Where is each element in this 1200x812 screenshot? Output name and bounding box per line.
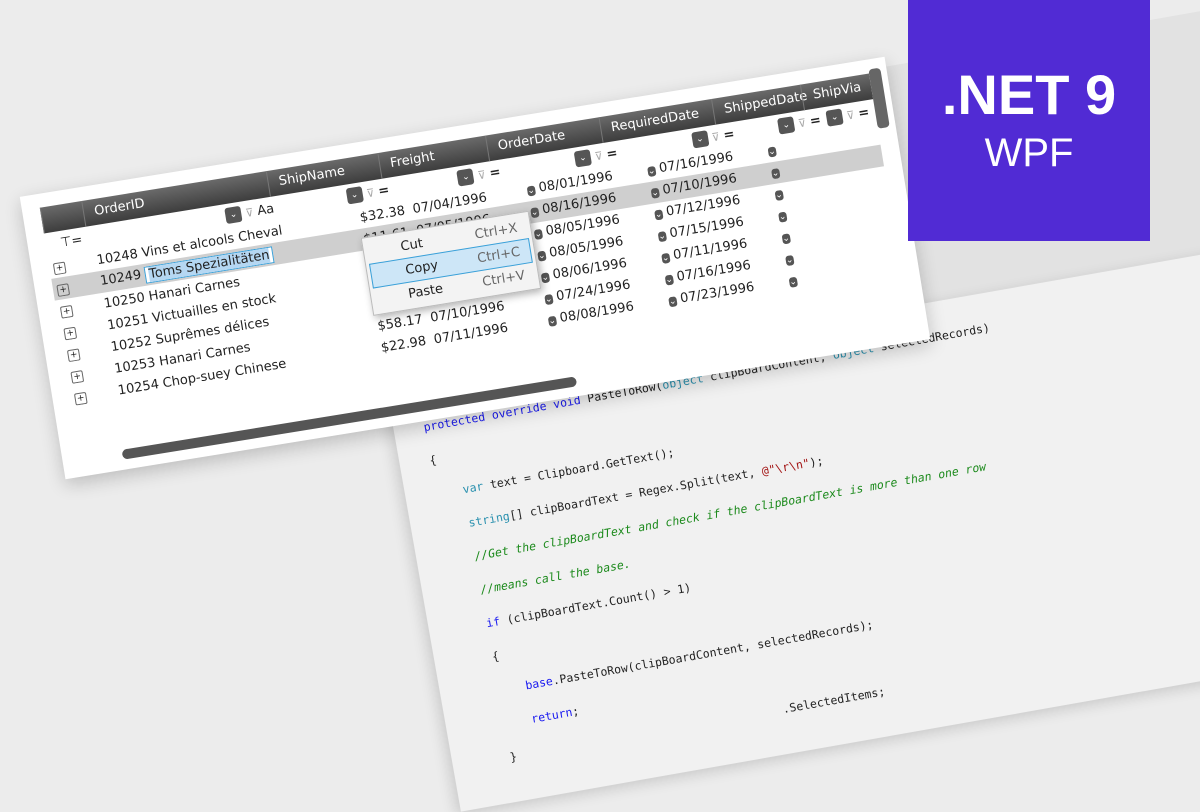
order-id: 10253 xyxy=(113,354,157,377)
expand-icon[interactable]: + xyxy=(73,391,88,406)
order-id: 10254 xyxy=(116,376,161,399)
clear-filter-icon[interactable]: ⊽ xyxy=(845,108,855,122)
expand-icon[interactable]: + xyxy=(66,347,81,362)
order-id: 10248 xyxy=(95,246,139,268)
equals-icon: = xyxy=(488,164,502,181)
chevron-down-icon[interactable]: ⌄ xyxy=(456,168,476,187)
order-id: 10250 xyxy=(102,289,146,312)
equals-icon: = xyxy=(808,112,823,129)
equals-icon: = xyxy=(605,145,619,162)
badge-title: .NET 9 xyxy=(941,63,1117,126)
expand-icon[interactable]: + xyxy=(59,304,74,319)
expander[interactable]: + xyxy=(69,384,115,406)
chevron-down-icon[interactable]: ⌄ xyxy=(668,295,678,307)
clear-filter-icon[interactable]: ⊽ xyxy=(244,205,254,219)
clear-filter-icon[interactable]: ⊽ xyxy=(711,130,721,144)
chevron-down-icon[interactable]: ⌄ xyxy=(537,250,547,262)
clear-filter-icon[interactable]: ⊽ xyxy=(477,168,487,182)
chevron-down-icon[interactable]: ⌄ xyxy=(530,206,540,218)
order-id: 10252 xyxy=(109,333,154,355)
text-filter-icon: Aa xyxy=(256,200,276,219)
chevron-down-icon[interactable]: ⌄ xyxy=(657,230,667,242)
order-id: 10251 xyxy=(106,311,150,333)
chevron-down-icon[interactable]: ⌄ xyxy=(788,276,798,288)
chevron-down-icon[interactable]: ⌄ xyxy=(664,274,674,286)
chevron-down-icon[interactable]: ⌄ xyxy=(526,184,536,197)
expand-icon[interactable]: + xyxy=(52,261,67,275)
badge-subtitle: WPF xyxy=(984,131,1074,175)
expand-icon[interactable]: + xyxy=(63,326,78,340)
chevron-down-icon[interactable]: ⌄ xyxy=(533,228,543,240)
chevron-down-icon[interactable]: ⌄ xyxy=(654,208,664,221)
filter-row-icon: ⊤= xyxy=(59,232,84,251)
chevron-down-icon[interactable]: ⌄ xyxy=(785,254,795,266)
chevron-down-icon[interactable]: ⌄ xyxy=(825,108,844,127)
chevron-down-icon[interactable]: ⌄ xyxy=(777,116,796,135)
equals-icon: = xyxy=(722,126,736,143)
chevron-down-icon[interactable]: ⌄ xyxy=(777,211,788,223)
chevron-down-icon[interactable]: ⌄ xyxy=(767,145,777,158)
chevron-down-icon[interactable]: ⌄ xyxy=(781,232,791,244)
equals-icon: = xyxy=(857,104,871,122)
equals-icon: = xyxy=(377,182,391,199)
chevron-down-icon[interactable]: ⌄ xyxy=(540,271,550,283)
chevron-down-icon[interactable]: ⌄ xyxy=(774,189,784,201)
expand-icon[interactable]: + xyxy=(70,369,85,384)
chevron-down-icon[interactable]: ⌄ xyxy=(544,293,554,305)
chevron-down-icon[interactable]: ⌄ xyxy=(547,315,557,327)
chevron-down-icon[interactable]: ⌄ xyxy=(345,186,364,205)
clear-filter-icon[interactable]: ⊽ xyxy=(797,116,807,130)
chevron-down-icon[interactable]: ⌄ xyxy=(647,165,657,177)
chevron-down-icon[interactable]: ⌄ xyxy=(650,187,660,199)
chevron-down-icon[interactable]: ⌄ xyxy=(770,167,781,179)
clear-filter-icon[interactable]: ⊽ xyxy=(594,149,604,163)
expand-icon[interactable]: + xyxy=(56,282,71,297)
dotnet-badge: .NET 9 WPF xyxy=(908,0,1150,241)
chevron-down-icon[interactable]: ⌄ xyxy=(661,252,671,264)
chevron-down-icon[interactable]: ⌄ xyxy=(573,149,593,168)
chevron-down-icon[interactable]: ⌄ xyxy=(690,130,710,149)
chevron-down-icon[interactable]: ⌄ xyxy=(224,205,243,225)
clear-filter-icon[interactable]: ⊽ xyxy=(365,186,375,200)
